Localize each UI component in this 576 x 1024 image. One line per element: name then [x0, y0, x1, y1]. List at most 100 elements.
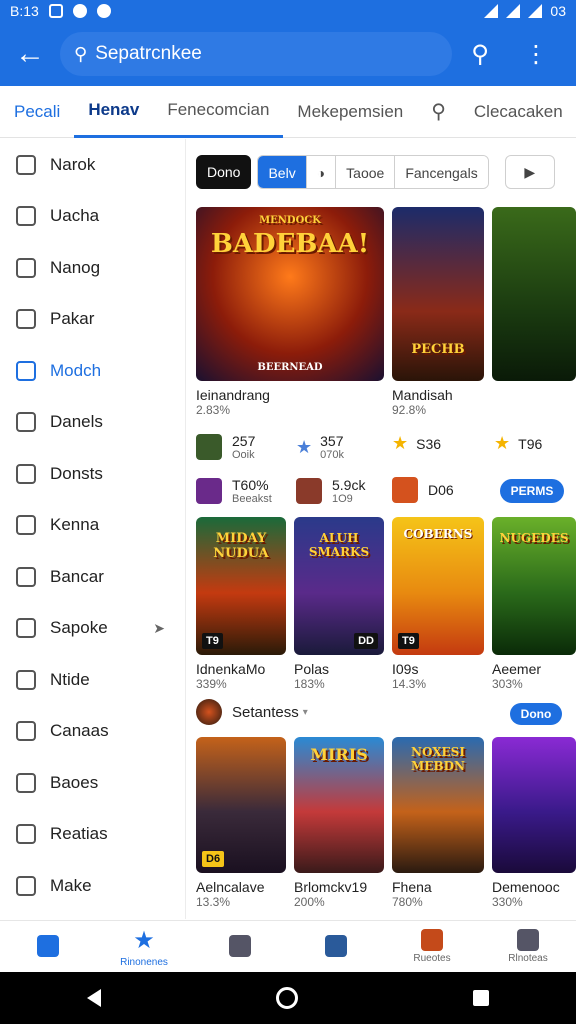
game-art-title: COBERNS [403, 527, 473, 541]
sidebar-item-label: Make [50, 875, 92, 895]
age-rating-badge: D6 [202, 851, 225, 867]
search-icon[interactable]: ⚲ [452, 22, 508, 86]
game-card[interactable]: COBERNS T9 [392, 517, 484, 655]
check-icon [16, 824, 36, 845]
game-art-subtitle: MENDOCK [259, 215, 321, 226]
game-card[interactable]: D6 [196, 737, 286, 873]
mini-sub: Beeakst [232, 493, 272, 505]
game-caption: IdnenkaMo 339% [196, 661, 265, 691]
recents-icon[interactable] [472, 990, 489, 1006]
game-card[interactable] [492, 737, 576, 873]
tab-fenecomcian[interactable]: Fenecomcian [153, 86, 284, 138]
game-card[interactable]: ALUH SMARKS DD [294, 517, 384, 655]
game-caption: Brlomckv19 200% [294, 879, 367, 909]
sidebar-item-sapoke[interactable]: Sapoke ➤ [0, 603, 185, 655]
nav-item-library[interactable] [0, 921, 96, 972]
mini-value: T60% [232, 477, 269, 493]
filter-chip-globe-icon[interactable]: ◑ [306, 156, 337, 188]
sidebar-item-kenna[interactable]: Kenna [0, 500, 185, 552]
game-card[interactable] [492, 207, 576, 381]
mini-stat: ★ 357 070k [296, 433, 344, 461]
game-caption: Fhena 780% [392, 879, 432, 909]
game-rating: 339% [196, 677, 227, 691]
bottom-nav: ★ Rinonenes Rueotes Rlnoteas [0, 920, 576, 972]
tab-search-icon[interactable]: ⚲ [417, 86, 460, 138]
system-nav-bar [0, 972, 576, 1024]
list-icon [16, 463, 36, 484]
notification-icon [72, 4, 87, 18]
sidebar-item-narok[interactable]: Narok [0, 139, 185, 191]
filter-chip-belv[interactable]: Belv [258, 156, 307, 188]
nav-item-apps[interactable] [288, 921, 384, 972]
game-card[interactable]: NUGEDES [492, 517, 576, 655]
game-caption: Aeemer 303% [492, 661, 541, 691]
nav-item-notifications[interactable]: Rueotes [384, 921, 480, 972]
nav-item-featured[interactable]: ★ Rinonenes [96, 921, 192, 972]
game-caption: I09s 14.3% [392, 661, 426, 691]
tab-pecali[interactable]: Pecali [0, 86, 74, 138]
home-icon[interactable] [275, 987, 298, 1009]
mini-value: T96 [518, 435, 543, 452]
mini-stat: ★ S36 [392, 433, 441, 454]
tab-mekepemsien[interactable]: Mekepemsien [283, 86, 417, 138]
filter-chip-dono[interactable]: Dono [196, 155, 252, 189]
search-input[interactable]: ⚲ Sepatrcnkee [60, 32, 452, 76]
game-card[interactable]: MIRIS [294, 737, 384, 873]
search-icon: ⚲ [431, 101, 446, 123]
sidebar-item-nanog[interactable]: Nanog [0, 242, 185, 294]
sidebar-item-modch[interactable]: Modch [0, 345, 185, 397]
back-arrow-icon[interactable]: ← [0, 22, 60, 86]
sidebar-item-canaas[interactable]: Canaas [0, 706, 185, 758]
age-rating-badge: T9 [202, 633, 223, 649]
sidebar-item-danels[interactable]: Danels [0, 397, 185, 449]
sidebar-item-donsts[interactable]: Donsts [0, 448, 185, 500]
more-button[interactable]: PERMS [500, 479, 564, 503]
person-icon [16, 412, 36, 433]
game-card[interactable]: MIDAY NUDUA T9 [196, 517, 286, 655]
nav-item-profile[interactable]: Rlnoteas [480, 921, 576, 972]
game-card[interactable]: NOXESI MEBDN [392, 737, 484, 873]
game-caption: Aelncalave 13.3% [196, 879, 265, 909]
signal-icon [528, 4, 543, 18]
game-card-large[interactable]: MENDOCK BADEBAA! BEERNEAD [196, 207, 384, 381]
sidebar-item-label: Sapoke [50, 618, 108, 638]
back-icon[interactable] [87, 989, 102, 1007]
game-title: Polas [294, 661, 330, 677]
image-icon [16, 206, 36, 227]
sidebar-item-bancar[interactable]: Bancar [0, 551, 185, 603]
avatar [196, 699, 222, 725]
sidebar-item-ntide[interactable]: Ntide [0, 654, 185, 706]
more-vert-icon[interactable]: ⋮ [508, 22, 564, 86]
filter-chip-taooe[interactable]: Taooe [336, 156, 396, 188]
sidebar-item-pakar[interactable]: Pakar [0, 294, 185, 346]
sidebar-item-reatias[interactable]: Reatias [0, 809, 185, 861]
nav-item-games[interactable] [192, 921, 288, 972]
status-bar: B:13 03 [0, 0, 576, 22]
play-icon[interactable]: ▶ [504, 155, 555, 189]
game-card[interactable]: PECHB [392, 207, 484, 381]
game-rating: 780% [392, 895, 423, 909]
sidebar-item-label: Modch [50, 360, 102, 380]
tab-bar: Pecali Henav Fenecomcian Mekepemsien ⚲ C… [0, 86, 576, 138]
game-rating: 200% [294, 895, 325, 909]
search-person-icon [16, 772, 36, 793]
mini-value: 357 [320, 433, 344, 449]
sidebar-item-label: Canaas [50, 721, 109, 741]
sidebar-item-uacha[interactable]: Uacha [0, 191, 185, 243]
game-rating: 330% [492, 895, 523, 909]
tab-clecacaken[interactable]: Clecacaken [460, 86, 576, 138]
chevron-right-icon: ➤ [153, 619, 165, 636]
library-icon [37, 934, 59, 957]
signal-icon [506, 4, 521, 18]
sidebar-item-label: Reatias [50, 824, 108, 844]
mini-sub: Ooik [232, 449, 255, 461]
sidebar-item-make[interactable]: Make [0, 860, 185, 912]
star-icon: ★ [133, 926, 155, 954]
tab-henav[interactable]: Henav [74, 86, 154, 138]
section-header[interactable]: Setantess ▾ [196, 699, 308, 725]
more-button[interactable]: Dono [510, 703, 562, 725]
mini-thumb [196, 478, 222, 504]
game-art-title: NUGEDES [499, 531, 569, 545]
sidebar-item-baoes[interactable]: Baoes [0, 757, 185, 809]
filter-chip-fancengals[interactable]: Fancengals [395, 156, 488, 188]
